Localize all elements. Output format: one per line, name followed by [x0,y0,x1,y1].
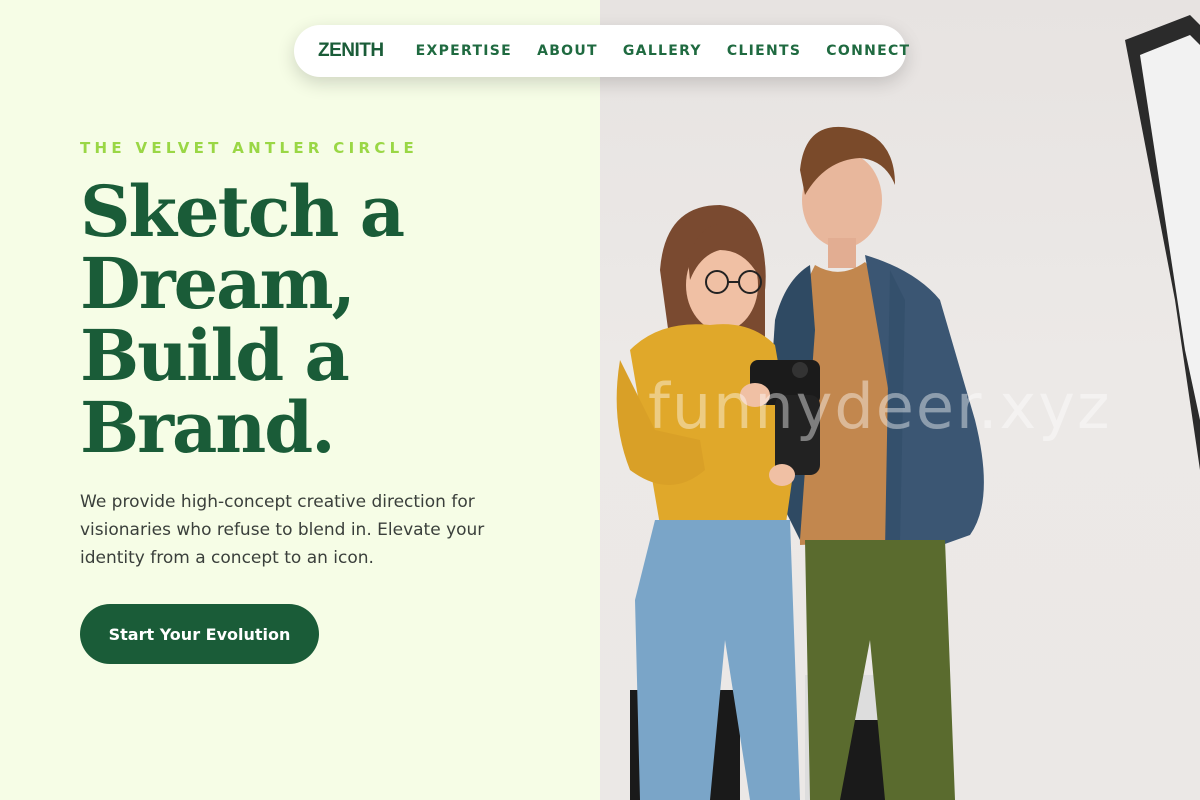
nav-link-connect[interactable]: CONNECT [826,43,910,59]
nav-link-gallery[interactable]: GALLERY [623,43,702,59]
hero-left-panel: THE VELVET ANTLER CIRCLE Sketch a Dream,… [0,0,600,800]
hero-eyebrow: THE VELVET ANTLER CIRCLE [80,139,419,157]
hero-description: We provide high-concept creative directi… [80,492,485,568]
nav-link-expertise[interactable]: EXPERTISE [416,43,512,59]
top-navbar: ZENITH EXPERTISE ABOUT GALLERY CLIENTS C… [294,25,909,77]
headline-line: Brand. [80,386,336,469]
headline-line: Sketch a [80,170,405,253]
headline-line: Dream, [80,242,356,325]
start-evolution-button[interactable]: Start Your Evolution [80,604,319,664]
hero-photo-panel: funnydeer.xyz [600,0,1200,800]
nav-link-about[interactable]: ABOUT [537,43,598,59]
watermark-text: funnydeer.xyz [648,370,1112,443]
nav-link-clients[interactable]: CLIENTS [727,43,801,59]
headline-line: Build a [80,314,350,397]
brand-logo[interactable]: ZENITH [318,40,384,62]
hero-headline: Sketch a Dream, Build a Brand. [80,176,550,464]
